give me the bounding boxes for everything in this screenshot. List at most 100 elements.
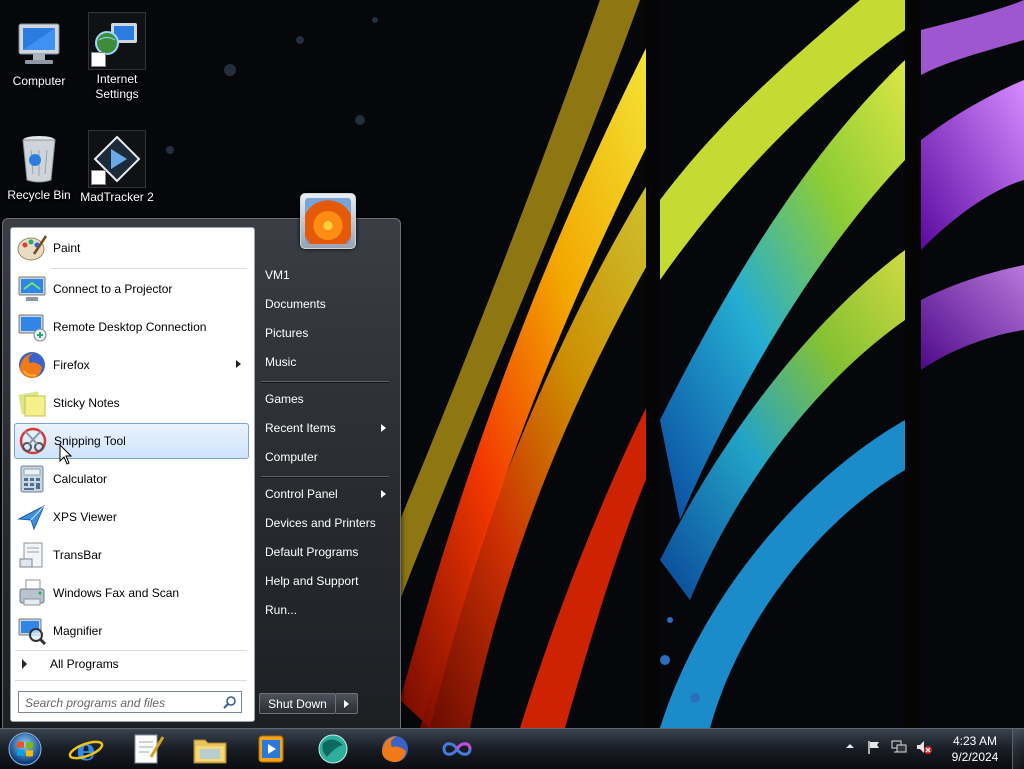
- media-player-icon[interactable]: [251, 731, 291, 767]
- start-menu-programs-pane: Paint Connect to a Projector Remote Desk…: [10, 227, 255, 722]
- separator: [51, 268, 247, 269]
- desktop-icon-label: Computer: [12, 74, 66, 88]
- program-label: XPS Viewer: [53, 510, 117, 524]
- right-item-help-support[interactable]: Help and Support: [259, 568, 393, 595]
- program-item-sticky-notes[interactable]: Sticky Notes: [14, 385, 249, 421]
- remote-desktop-icon: [16, 311, 48, 343]
- search-input[interactable]: [23, 693, 222, 713]
- separator: [15, 650, 247, 651]
- program-item-connect-projector[interactable]: Connect to a Projector: [14, 271, 249, 307]
- projector-icon: [16, 273, 48, 305]
- svg-text:e: e: [76, 733, 95, 767]
- program-item-xps-viewer[interactable]: XPS Viewer: [14, 499, 249, 535]
- right-item-devices-printers[interactable]: Devices and Printers: [259, 510, 393, 537]
- shortcut-arrow-icon: [91, 170, 106, 185]
- shortcut-arrow-icon: [91, 52, 106, 67]
- program-item-transbar[interactable]: TransBar: [14, 537, 249, 573]
- right-item-pictures[interactable]: Pictures: [259, 320, 393, 347]
- search-icon[interactable]: [223, 695, 237, 709]
- mouse-pointer-icon: [59, 444, 73, 465]
- flower-icon: [305, 198, 351, 244]
- fax-icon: [16, 577, 48, 609]
- right-item-control-panel[interactable]: Control Panel: [259, 481, 393, 508]
- xps-viewer-icon: [16, 501, 48, 533]
- program-item-firefox[interactable]: Firefox: [14, 347, 249, 383]
- program-item-paint[interactable]: Paint: [14, 230, 249, 266]
- separator: [261, 476, 389, 478]
- submenu-arrow-icon: [236, 360, 241, 368]
- infinity-app-icon[interactable]: [437, 731, 477, 767]
- right-item-user-folder[interactable]: VM1: [259, 262, 393, 289]
- desktop-icon-internet-settings[interactable]: Internet Settings: [78, 8, 156, 102]
- program-label: Firefox: [53, 358, 90, 372]
- right-item-games[interactable]: Games: [259, 386, 393, 413]
- right-item-computer[interactable]: Computer: [259, 444, 393, 471]
- start-menu: Paint Connect to a Projector Remote Desk…: [2, 193, 401, 730]
- separator: [261, 381, 389, 383]
- start-orb-button[interactable]: [6, 731, 44, 767]
- right-item-label: Control Panel: [265, 487, 338, 501]
- network-globe-icon: [88, 12, 146, 70]
- action-center-flag-icon[interactable]: [866, 739, 882, 755]
- shut-down-button[interactable]: Shut Down: [259, 693, 336, 714]
- shut-down-options-button[interactable]: [336, 693, 358, 714]
- program-item-calculator[interactable]: Calculator: [14, 461, 249, 497]
- program-item-snipping-tool[interactable]: Snipping Tool: [14, 423, 249, 459]
- program-label: Remote Desktop Connection: [53, 320, 207, 334]
- magnifier-icon: [16, 615, 48, 647]
- show-desktop-button[interactable]: [1012, 729, 1024, 769]
- program-label: Connect to a Projector: [53, 282, 173, 296]
- program-item-remote-desktop[interactable]: Remote Desktop Connection: [14, 309, 249, 345]
- program-label: Windows Fax and Scan: [53, 586, 180, 600]
- right-arrow-icon: [344, 700, 349, 708]
- right-arrow-icon: [22, 659, 27, 669]
- computer-icon: [11, 16, 67, 72]
- volume-muted-icon[interactable]: [915, 739, 933, 755]
- paint-icon: [16, 232, 48, 264]
- desktop-icon-label: Settings: [95, 87, 139, 101]
- madtracker-icon: [88, 130, 146, 188]
- scissors-icon: [17, 425, 49, 457]
- right-item-label: Recent Items: [265, 421, 336, 435]
- right-item-documents[interactable]: Documents: [259, 291, 393, 318]
- notepad-icon[interactable]: [127, 731, 167, 767]
- globe-app-icon[interactable]: [313, 731, 353, 767]
- show-hidden-icons-icon[interactable]: [845, 741, 855, 751]
- clock-time[interactable]: 4:23 AM: [940, 734, 1010, 748]
- submenu-arrow-icon: [381, 490, 386, 498]
- all-programs-label: All Programs: [50, 657, 119, 671]
- submenu-arrow-icon: [381, 424, 386, 432]
- internet-explorer-icon[interactable]: e: [66, 731, 106, 767]
- right-item-default-programs[interactable]: Default Programs: [259, 539, 393, 566]
- desktop-icon-label: Internet: [96, 72, 138, 86]
- desktop-icon-madtracker[interactable]: MadTracker 2: [78, 126, 156, 205]
- desktop-icon-label: MadTracker 2: [80, 190, 154, 204]
- program-label: Paint: [53, 241, 81, 255]
- sticky-notes-icon: [16, 387, 48, 419]
- program-item-magnifier[interactable]: Magnifier: [14, 613, 249, 649]
- program-label: Calculator: [53, 472, 108, 486]
- right-item-run[interactable]: Run...: [259, 597, 393, 624]
- taskbar: e 4:23 AM 9/2/2024: [0, 728, 1024, 769]
- recycle-bin-icon: [11, 130, 67, 186]
- desktop-icon-recycle-bin[interactable]: Recycle Bin: [0, 126, 78, 203]
- program-label: Sticky Notes: [53, 396, 120, 410]
- program-label: Magnifier: [53, 624, 103, 638]
- program-label: TransBar: [53, 548, 102, 562]
- program-item-fax-scan[interactable]: Windows Fax and Scan: [14, 575, 249, 611]
- network-icon[interactable]: [890, 739, 908, 755]
- clock-date[interactable]: 9/2/2024: [940, 750, 1010, 764]
- firefox-icon: [16, 349, 48, 381]
- search-box[interactable]: [18, 691, 242, 713]
- user-account-picture[interactable]: [300, 193, 356, 249]
- transbar-icon: [16, 539, 48, 571]
- calculator-icon: [16, 463, 48, 495]
- right-item-recent-items[interactable]: Recent Items: [259, 415, 393, 442]
- separator: [15, 680, 247, 681]
- desktop-icon-label: Recycle Bin: [7, 188, 71, 202]
- all-programs-button[interactable]: All Programs: [14, 652, 249, 676]
- file-explorer-icon[interactable]: [190, 731, 230, 767]
- right-item-music[interactable]: Music: [259, 349, 393, 376]
- desktop-icon-computer[interactable]: Computer: [0, 12, 78, 89]
- firefox-icon[interactable]: [375, 731, 415, 767]
